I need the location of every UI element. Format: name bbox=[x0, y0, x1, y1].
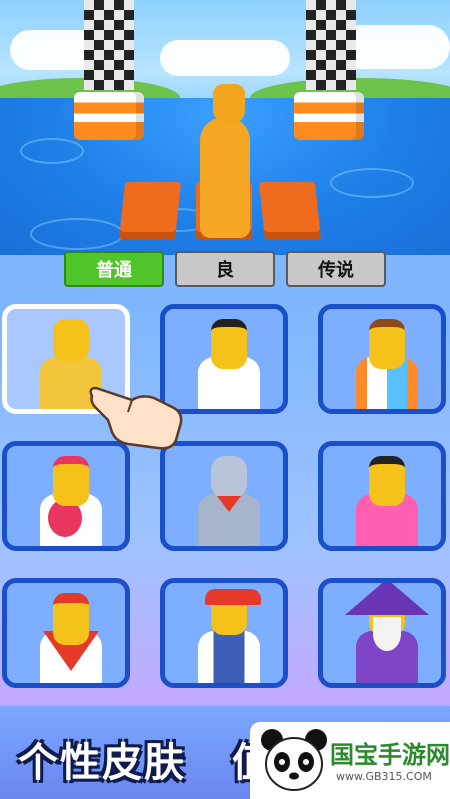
knight-helmet bbox=[211, 456, 247, 498]
skin-head bbox=[211, 319, 247, 369]
skin-card-bandana[interactable] bbox=[2, 578, 130, 688]
pointing-hand-icon bbox=[89, 386, 183, 450]
player-character bbox=[200, 118, 250, 238]
player-head bbox=[213, 84, 245, 124]
wizard-beard bbox=[373, 617, 401, 651]
skin-head bbox=[53, 456, 89, 506]
skin-card-blue-shirt[interactable] bbox=[318, 304, 446, 414]
tab-common[interactable]: 普通 bbox=[64, 251, 164, 287]
red-cap bbox=[205, 589, 261, 605]
skin-card-cap-overalls[interactable] bbox=[160, 578, 288, 688]
skin-card-pink-dress[interactable] bbox=[318, 441, 446, 551]
skin-head bbox=[53, 319, 89, 361]
banner-slogan: 个性皮肤 bbox=[18, 740, 186, 786]
wizard-hat bbox=[345, 583, 429, 615]
plank bbox=[118, 182, 182, 240]
watermark-site-name: 国宝手游网 bbox=[330, 741, 450, 769]
panda-logo-icon bbox=[261, 729, 327, 791]
pillar-base bbox=[74, 92, 144, 140]
skin-head bbox=[369, 456, 405, 506]
pillar-base bbox=[294, 92, 364, 140]
skin-card-wizard[interactable] bbox=[318, 578, 446, 688]
skin-head bbox=[369, 319, 405, 369]
checkered-pillar bbox=[84, 0, 134, 90]
tab-legendary[interactable]: 传说 bbox=[286, 251, 386, 287]
game-scene bbox=[0, 0, 450, 255]
plank bbox=[258, 182, 322, 240]
skin-card-tennis-player[interactable] bbox=[2, 441, 130, 551]
rarity-tabs: 普通 良 传说 bbox=[0, 251, 450, 291]
skin-head bbox=[53, 593, 89, 645]
skin-card-knight[interactable] bbox=[160, 441, 288, 551]
tab-good[interactable]: 良 bbox=[175, 251, 275, 287]
skin-figure bbox=[198, 631, 260, 683]
checkered-pillar bbox=[306, 0, 356, 90]
cloud bbox=[160, 40, 290, 76]
watermark-url: www.GB315.COM bbox=[336, 770, 432, 783]
cloud bbox=[340, 25, 450, 69]
